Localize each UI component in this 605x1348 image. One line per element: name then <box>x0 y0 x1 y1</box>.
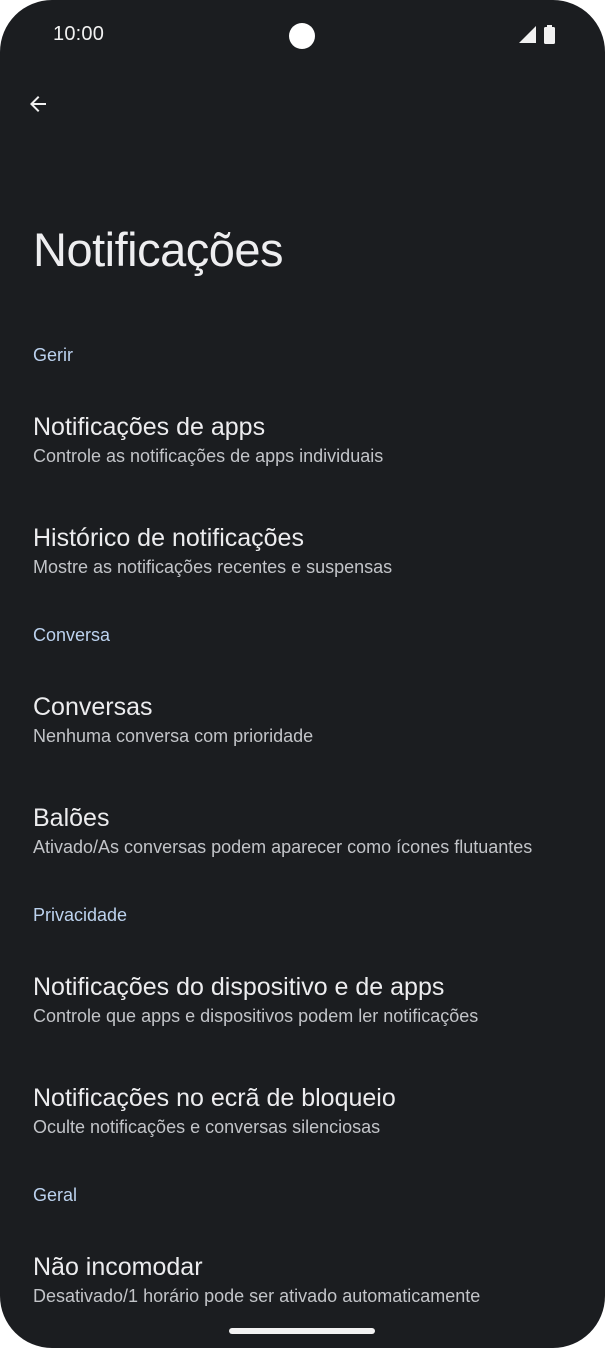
battery-icon <box>544 25 555 49</box>
setting-subtitle: Mostre as notificações recentes e suspen… <box>33 556 393 577</box>
setting-subtitle: Oculte notificações e conversas silencio… <box>33 1116 381 1137</box>
section-header-privacidade: Privacidade <box>33 904 128 925</box>
front-camera <box>289 23 315 49</box>
setting-title: Notificações no ecrã de bloqueio <box>33 1083 396 1112</box>
back-button[interactable] <box>14 82 62 130</box>
status-icons <box>519 25 555 49</box>
setting-subtitle: Controle que apps e dispositivos podem l… <box>33 1005 479 1026</box>
arrow-left-icon <box>26 92 50 121</box>
settings-list: Gerir Notificações de apps Controle as n… <box>0 326 605 1335</box>
setting-title: Notificações de apps <box>33 412 266 441</box>
setting-subtitle: Nenhuma conversa com prioridade <box>33 725 314 746</box>
section-header-geral: Geral <box>33 1184 78 1205</box>
setting-subtitle: Desativado/1 horário pode ser ativado au… <box>33 1285 481 1306</box>
setting-subtitle: Controle as notificações de apps individ… <box>33 445 384 466</box>
setting-app-notifications[interactable]: Notificações de apps Controle as notific… <box>0 384 605 495</box>
setting-bubbles[interactable]: Balões Ativado/As conversas podem aparec… <box>0 775 605 886</box>
page-title: Notificações <box>33 223 284 276</box>
setting-notification-history[interactable]: Histórico de notificações Mostre as noti… <box>0 495 605 606</box>
setting-device-app-notifications[interactable]: Notificações do dispositivo e de apps Co… <box>0 944 605 1055</box>
setting-title: Histórico de notificações <box>33 523 304 552</box>
setting-title: Balões <box>33 803 110 832</box>
setting-subtitle: Ativado/As conversas podem aparecer como… <box>33 836 533 857</box>
home-indicator-handle[interactable] <box>229 1328 375 1334</box>
setting-conversations[interactable]: Conversas Nenhuma conversa com prioridad… <box>0 664 605 775</box>
setting-lock-screen-notifications[interactable]: Notificações no ecrã de bloqueio Oculte … <box>0 1055 605 1166</box>
setting-title: Notificações do dispositivo e de apps <box>33 972 445 1001</box>
section-header-conversa: Conversa <box>33 624 111 645</box>
cellular-signal-icon <box>519 26 536 48</box>
setting-title: Conversas <box>33 692 153 721</box>
setting-title: Não incomodar <box>33 1252 203 1281</box>
status-time: 10:00 <box>53 23 105 45</box>
setting-do-not-disturb[interactable]: Não incomodar Desativado/1 horário pode … <box>0 1224 605 1335</box>
phone-screen: 10:00 Notificações Gerir Notificações de… <box>0 0 605 1348</box>
section-header-gerir: Gerir <box>33 344 73 365</box>
status-bar: 10:00 <box>0 0 605 70</box>
